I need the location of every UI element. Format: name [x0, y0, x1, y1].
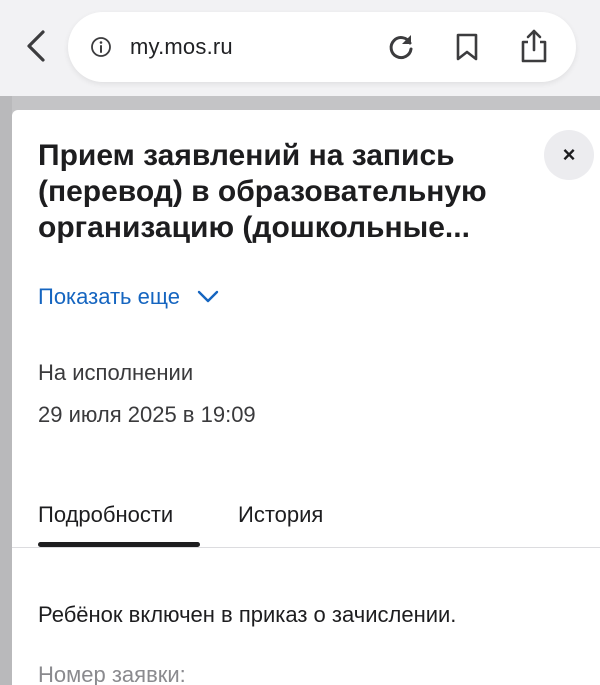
tab-bar: Подробности История — [12, 496, 600, 548]
url-text[interactable]: my.mos.ru — [130, 34, 233, 60]
tab-details[interactable]: Подробности — [38, 502, 173, 528]
chevron-down-icon — [197, 290, 219, 303]
active-tab-indicator — [38, 542, 200, 547]
application-number-label: Номер заявки: — [38, 662, 186, 685]
tab-history[interactable]: История — [238, 502, 323, 528]
reload-icon[interactable] — [386, 32, 416, 62]
show-more-label: Показать еще — [38, 284, 180, 309]
sheet-title: Прием заявлений на запись (перевод) в об… — [38, 139, 487, 244]
application-details-sheet: Прием заявлений на запись (перевод) в об… — [12, 110, 600, 685]
close-icon: × — [562, 142, 576, 167]
close-button[interactable]: × — [544, 130, 594, 180]
bookmark-icon[interactable] — [454, 32, 480, 62]
address-bar[interactable]: my.mos.ru — [68, 12, 576, 82]
share-icon[interactable] — [518, 28, 550, 64]
status-date: 29 июля 2025 в 19:09 — [38, 402, 256, 427]
info-circle-icon[interactable] — [90, 36, 112, 58]
show-more-link[interactable]: Показать еще — [38, 284, 220, 310]
page-backdrop-edge — [0, 96, 12, 685]
status-text: На исполнении — [38, 360, 194, 385]
back-button[interactable] — [18, 26, 54, 66]
browser-toolbar: my.mos.ru — [0, 0, 600, 96]
chevron-left-icon — [27, 30, 45, 62]
status-message: Ребёнок включен в приказ о зачислении. — [38, 602, 457, 627]
